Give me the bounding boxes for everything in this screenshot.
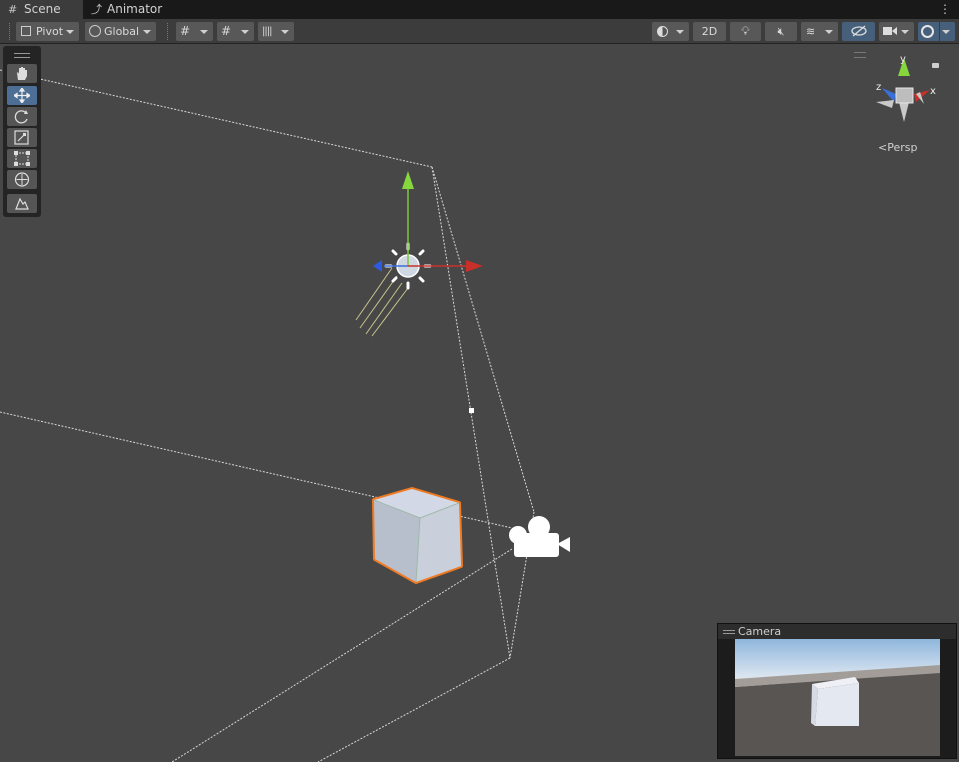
- shading-icon: [657, 26, 668, 37]
- grid-snap-dropdown[interactable]: #: [176, 22, 213, 41]
- transform-icon: [14, 172, 30, 187]
- eye-slash-icon: [850, 25, 867, 37]
- lighting-toggle[interactable]: 💡︎: [730, 22, 761, 41]
- scene-visibility-toggle[interactable]: [842, 22, 875, 41]
- audio-muted-icon: 🔇︎: [777, 25, 785, 38]
- grid-icon: #: [8, 3, 18, 16]
- projection-toggle[interactable]: <Persp: [878, 141, 917, 154]
- lightbulb-icon: 💡︎: [741, 24, 750, 38]
- camera-preview-header[interactable]: Camera: [718, 624, 956, 639]
- pivot-label: Pivot: [36, 25, 64, 38]
- tab-bar: # Scene ⤴ Animator ⋮: [0, 0, 959, 19]
- layers-icon: ≋: [806, 25, 816, 38]
- grid-snap-icon: #: [180, 24, 191, 38]
- palette-grip[interactable]: [14, 53, 30, 58]
- pivot-dropdown[interactable]: Pivot: [16, 22, 79, 41]
- gizmo-z-cone[interactable]: [882, 88, 896, 102]
- move-tool-button[interactable]: [7, 86, 37, 105]
- toggle-2d-label: 2D: [701, 25, 718, 38]
- custom-tools-icon: [15, 197, 29, 210]
- pivot-icon: [21, 26, 31, 36]
- globe-icon: [89, 25, 101, 37]
- camera-preview-render: [735, 639, 940, 756]
- gizmo-center-cube[interactable]: [895, 87, 914, 104]
- animator-icon: ⤴: [91, 3, 102, 16]
- projection-label: Persp: [887, 141, 918, 154]
- gizmo-icon: [921, 25, 934, 38]
- camera-object-icon[interactable]: [509, 516, 570, 557]
- global-label: Global: [104, 25, 140, 38]
- scale-icon: [14, 130, 29, 145]
- custom-tool-button[interactable]: [7, 194, 37, 213]
- shading-mode-dropdown[interactable]: [652, 22, 689, 41]
- camera-frustum: [0, 69, 535, 762]
- frustum-handle[interactable]: [469, 408, 474, 413]
- snap-increment-dropdown[interactable]: #: [217, 22, 254, 41]
- transform-tool-button[interactable]: [7, 170, 37, 189]
- lock-icon[interactable]: [932, 63, 939, 68]
- gizmo-x-label: x: [930, 86, 936, 97]
- toolbar-grip: [9, 23, 12, 40]
- tab-scene-label: Scene: [24, 2, 61, 16]
- hand-icon: [17, 67, 27, 80]
- more-options-icon[interactable]: ⋮: [939, 2, 951, 16]
- scene-toolbar: Pivot Global # # |||| 2D 💡︎ 🔇︎ ≋: [0, 19, 959, 44]
- light-rays: [355, 267, 409, 337]
- camera-preview-overlay[interactable]: Camera: [717, 623, 957, 759]
- snap-icon: #: [221, 24, 232, 38]
- ruler-dropdown[interactable]: ||||: [258, 22, 294, 41]
- video-camera-icon: [883, 27, 897, 35]
- gizmo-z-arrow[interactable]: [373, 260, 382, 272]
- toggle-2d-button[interactable]: 2D: [693, 22, 726, 41]
- tab-scene[interactable]: # Scene: [0, 0, 83, 19]
- move-gizmo[interactable]: [373, 171, 483, 272]
- camera-preview-image: [735, 639, 940, 756]
- ruler-icon: ||||: [262, 26, 273, 37]
- rotate-icon: [14, 110, 28, 124]
- audio-toggle[interactable]: 🔇︎: [765, 22, 797, 41]
- global-dropdown[interactable]: Global: [85, 22, 156, 41]
- rect-transform-icon: [14, 151, 30, 166]
- move-arrows-icon: [14, 88, 30, 103]
- rect-tool-button[interactable]: [7, 149, 37, 168]
- gizmo-y-label: y: [900, 56, 906, 65]
- gizmo-z-label: z: [876, 82, 881, 93]
- camera-settings-dropdown[interactable]: [879, 22, 914, 41]
- rotate-tool-button[interactable]: [7, 107, 37, 126]
- scale-tool-button[interactable]: [7, 128, 37, 147]
- gizmos-toggle[interactable]: [918, 22, 939, 41]
- gizmo-x-arrow[interactable]: [466, 260, 483, 272]
- gizmos-dropdown[interactable]: [940, 22, 955, 41]
- selected-cube[interactable]: [372, 487, 463, 584]
- tab-animator-label: Animator: [107, 2, 163, 16]
- overlay-grip[interactable]: [854, 52, 866, 58]
- tab-animator[interactable]: ⤴ Animator: [83, 0, 173, 19]
- camera-preview-title: Camera: [738, 625, 782, 638]
- camera-preview-grip[interactable]: [723, 630, 735, 634]
- gizmo-y-arrow[interactable]: [402, 171, 414, 189]
- tool-palette: [3, 46, 41, 217]
- back-arrow-icon: <: [878, 141, 888, 154]
- hand-tool-button[interactable]: [7, 64, 37, 83]
- effects-dropdown[interactable]: ≋: [801, 22, 838, 41]
